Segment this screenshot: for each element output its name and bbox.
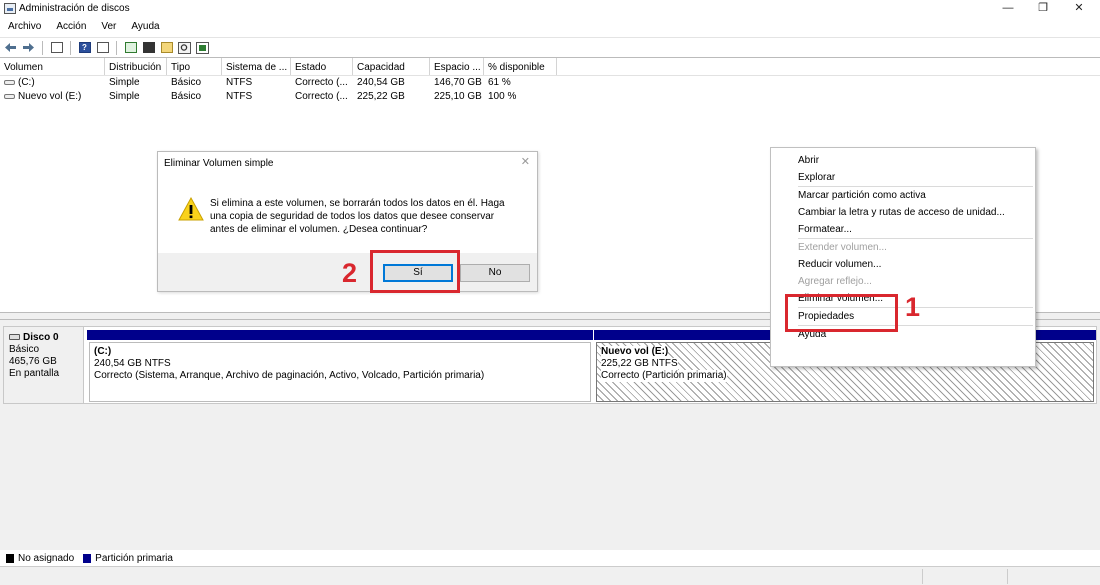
- table-cell: Básico: [171, 77, 202, 88]
- menu-ayuda[interactable]: Ayuda: [123, 20, 166, 36]
- table-cell: 146,70 GB: [434, 77, 482, 88]
- table-row[interactable]: (C:) Simple Básico NTFS Correcto (... 24…: [0, 76, 1100, 90]
- context-menu: Abrir Explorar Marcar partición como act…: [770, 147, 1036, 367]
- menu-item-marcar-activa[interactable]: Marcar partición como activa: [771, 187, 1035, 204]
- annotation-step-1: 1: [905, 292, 921, 322]
- menu-item-extender: Extender volumen...: [798, 242, 887, 253]
- volume-name-cell: (C:): [0, 76, 105, 90]
- drive-icon: [4, 93, 15, 99]
- annotation-step-2: 2: [342, 258, 358, 288]
- menu-bar: Archivo Acción Ver Ayuda: [0, 20, 1100, 36]
- legend-primary: Partición primaria: [95, 552, 173, 564]
- table-cell: Básico: [171, 91, 202, 102]
- drive-icon: [4, 79, 15, 85]
- column-volumen[interactable]: Volumen: [0, 58, 105, 75]
- open-folder-icon[interactable]: [159, 41, 174, 55]
- table-cell: 61 %: [488, 77, 511, 88]
- table-cell: NTFS: [226, 77, 253, 88]
- menu-item-formatear[interactable]: Formatear...: [771, 221, 1035, 238]
- column-disponible[interactable]: % disponible: [484, 58, 557, 75]
- title-bar: Administración de discos — ❐ ✕: [0, 0, 1100, 20]
- disk-icon: [9, 334, 20, 341]
- menu-item-explorar[interactable]: Explorar: [771, 169, 1035, 186]
- disk-type: Básico: [9, 344, 40, 355]
- maximize-button[interactable]: ❐: [1025, 0, 1061, 18]
- menu-accion[interactable]: Acción: [48, 20, 93, 36]
- partition-body: (C:) 240,54 GB NTFS Correcto (Sistema, A…: [89, 342, 591, 402]
- console-tree-icon[interactable]: [49, 41, 64, 55]
- disk-name: Disco 0: [23, 332, 59, 343]
- menu-ver[interactable]: Ver: [93, 20, 123, 36]
- disk-status: En pantalla: [9, 368, 60, 379]
- partition-name: Nuevo vol (E:): [601, 346, 669, 358]
- disk-icon[interactable]: [141, 41, 156, 55]
- close-button[interactable]: ✕: [1061, 0, 1097, 18]
- disk-label[interactable]: Disco 0 Básico 465,76 GB En pantalla: [4, 327, 84, 403]
- legend-swatch-unassigned: [6, 553, 14, 563]
- table-cell: Correcto (...: [295, 91, 348, 102]
- table-row[interactable]: Nuevo vol (E:) Simple Básico NTFS Correc…: [0, 90, 1100, 104]
- help-icon[interactable]: ?: [77, 41, 92, 55]
- partition-size: 225,22 GB NTFS: [601, 358, 678, 370]
- properties-icon[interactable]: [95, 41, 110, 55]
- volume-name: Nuevo vol (E:): [18, 91, 82, 102]
- column-tipo[interactable]: Tipo: [167, 58, 222, 75]
- table-cell: Correcto (...: [295, 77, 348, 88]
- dialog-message: Si elimina a este volumen, se borrarán t…: [210, 198, 505, 235]
- menu-item-reducir[interactable]: Reducir volumen...: [771, 256, 1035, 273]
- column-estado[interactable]: Estado: [291, 58, 353, 75]
- partition-size: 240,54 GB NTFS: [94, 358, 171, 369]
- partition-name: (C:): [94, 346, 112, 357]
- status-bar-divider: [922, 569, 923, 584]
- column-sistema-archivos[interactable]: Sistema de ...: [222, 58, 291, 75]
- settings-icon[interactable]: [195, 41, 210, 55]
- no-button[interactable]: No: [460, 264, 530, 282]
- table-cell: Simple: [109, 91, 140, 102]
- table-cell: 240,54 GB: [357, 77, 405, 88]
- table-cell: 225,10 GB: [434, 91, 482, 102]
- table-cell: NTFS: [226, 91, 253, 102]
- toolbar-separator: [70, 40, 71, 55]
- partition-color-bar: [87, 330, 593, 340]
- partition-status: Correcto (Partición primaria): [601, 370, 727, 382]
- disk-management-icon: [4, 3, 16, 14]
- forward-arrow-icon[interactable]: [21, 41, 36, 55]
- disk-size: 465,76 GB: [9, 356, 57, 367]
- column-espacio[interactable]: Espacio ...: [430, 58, 484, 75]
- table-cell: Simple: [109, 77, 140, 88]
- volume-name-cell: Nuevo vol (E:): [0, 90, 105, 104]
- column-distribucion[interactable]: Distribución: [105, 58, 167, 75]
- highlight-yes-button: [370, 250, 460, 293]
- legend-swatch-primary: [83, 553, 92, 563]
- menu-item-agregar-reflejo: Agregar reflejo...: [798, 276, 872, 287]
- minimize-button[interactable]: —: [990, 0, 1026, 18]
- refresh-icon[interactable]: [123, 41, 138, 55]
- column-capacidad[interactable]: Capacidad: [353, 58, 430, 75]
- menu-archivo[interactable]: Archivo: [0, 20, 48, 36]
- menu-item-abrir[interactable]: Abrir: [771, 152, 1035, 169]
- search-icon[interactable]: [177, 41, 192, 55]
- highlight-delete-volume: [785, 294, 898, 332]
- table-cell: 100 %: [488, 91, 517, 102]
- back-arrow-icon[interactable]: [3, 41, 18, 55]
- volume-name: (C:): [18, 77, 35, 88]
- window-title: Administración de discos: [19, 3, 130, 14]
- menu-item-cambiar-letra[interactable]: Cambiar la letra y rutas de acceso de un…: [771, 204, 1035, 221]
- toolbar: ?: [0, 37, 1100, 57]
- dialog-close-button[interactable]: ✕: [521, 155, 530, 168]
- legend-unassigned: No asignado: [18, 552, 75, 564]
- volume-list-header: Volumen Distribución Tipo Sistema de ...…: [0, 58, 1100, 76]
- table-cell: 225,22 GB: [357, 91, 405, 102]
- status-bar: [0, 566, 1100, 585]
- toolbar-separator: [42, 40, 43, 55]
- warning-icon: [178, 197, 204, 221]
- status-bar-divider: [1007, 569, 1008, 584]
- dialog-title: Eliminar Volumen simple: [164, 158, 274, 169]
- toolbar-separator: [116, 40, 117, 55]
- legend: No asignado Partición primaria: [0, 550, 1100, 566]
- partition-c[interactable]: (C:) 240,54 GB NTFS Correcto (Sistema, A…: [87, 330, 593, 402]
- partition-status: Correcto (Sistema, Arranque, Archivo de …: [94, 370, 485, 381]
